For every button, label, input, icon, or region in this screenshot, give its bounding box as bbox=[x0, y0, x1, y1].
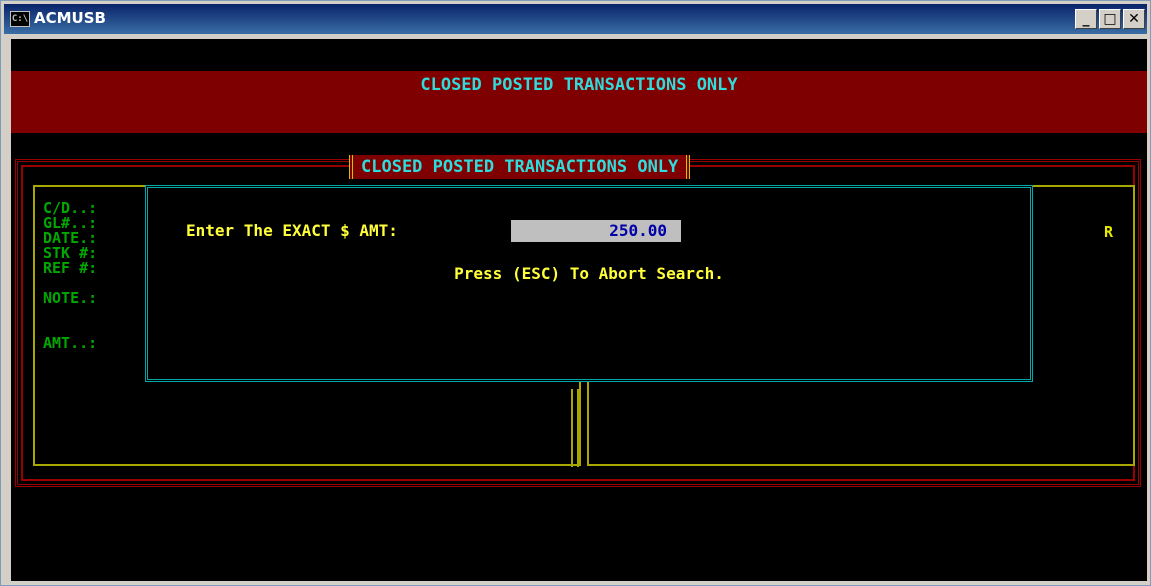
title-bar[interactable]: C:\ ACMUSB _ □ ✕ bbox=[4, 4, 1147, 34]
panel-title: CLOSED POSTED TRANSACTIONS ONLY bbox=[349, 155, 691, 179]
close-button[interactable]: ✕ bbox=[1123, 9, 1145, 29]
console-area: CLOSED POSTED TRANSACTIONS ONLY CLOSED P… bbox=[11, 39, 1147, 581]
amount-prompt: Enter The EXACT $ AMT: bbox=[186, 221, 398, 240]
divider-left bbox=[571, 389, 573, 467]
field-label-note: NOTE.: bbox=[43, 289, 98, 307]
field-label-amt: AMT..: bbox=[43, 334, 98, 352]
amount-input[interactable]: 250.00 bbox=[511, 220, 681, 242]
minimize-button[interactable]: _ bbox=[1075, 9, 1097, 29]
console-window: C:\ ACMUSB _ □ ✕ CLOSED POSTED TRANSACTI… bbox=[0, 0, 1151, 586]
console-icon: C:\ bbox=[10, 11, 30, 27]
divider-right bbox=[577, 389, 579, 467]
abort-hint: Press (ESC) To Abort Search. bbox=[454, 264, 724, 283]
window-title: ACMUSB bbox=[34, 9, 106, 27]
maximize-button[interactable]: □ bbox=[1099, 9, 1121, 29]
amount-search-dialog: Enter The EXACT $ AMT: 250.00 Press (ESC… bbox=[145, 185, 1033, 382]
right-column-label: R bbox=[1104, 223, 1114, 241]
banner-title: CLOSED POSTED TRANSACTIONS ONLY bbox=[420, 75, 738, 95]
field-label-ref: REF #: bbox=[43, 259, 98, 277]
